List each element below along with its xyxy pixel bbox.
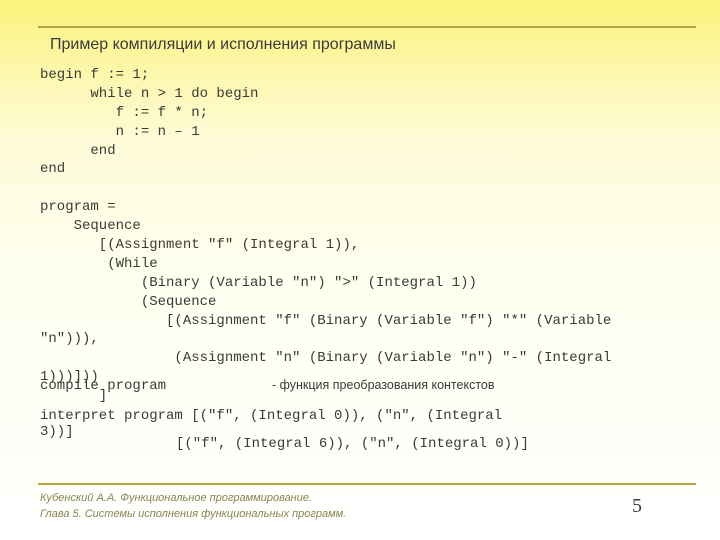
code-block: begin f := 1; while n > 1 do begin f := … [40, 66, 690, 406]
footer-text: Кубенский А.А. Функциональное программир… [40, 491, 346, 522]
footer-chapter: Глава 5. Системы исполнения функциональн… [40, 507, 346, 522]
bottom-divider [38, 483, 696, 485]
result-expression: [("f", (Integral 6)), ("n", (Integral 0)… [176, 436, 529, 452]
page-number: 5 [632, 495, 642, 518]
slide-title: Пример компиляции и исполнения программы [50, 36, 396, 54]
footer-author: Кубенский А.А. Функциональное программир… [40, 491, 346, 506]
top-divider [38, 26, 696, 28]
compile-comment: - функция преобразования контекстов [272, 378, 495, 392]
compile-expression: compile program [40, 378, 166, 394]
